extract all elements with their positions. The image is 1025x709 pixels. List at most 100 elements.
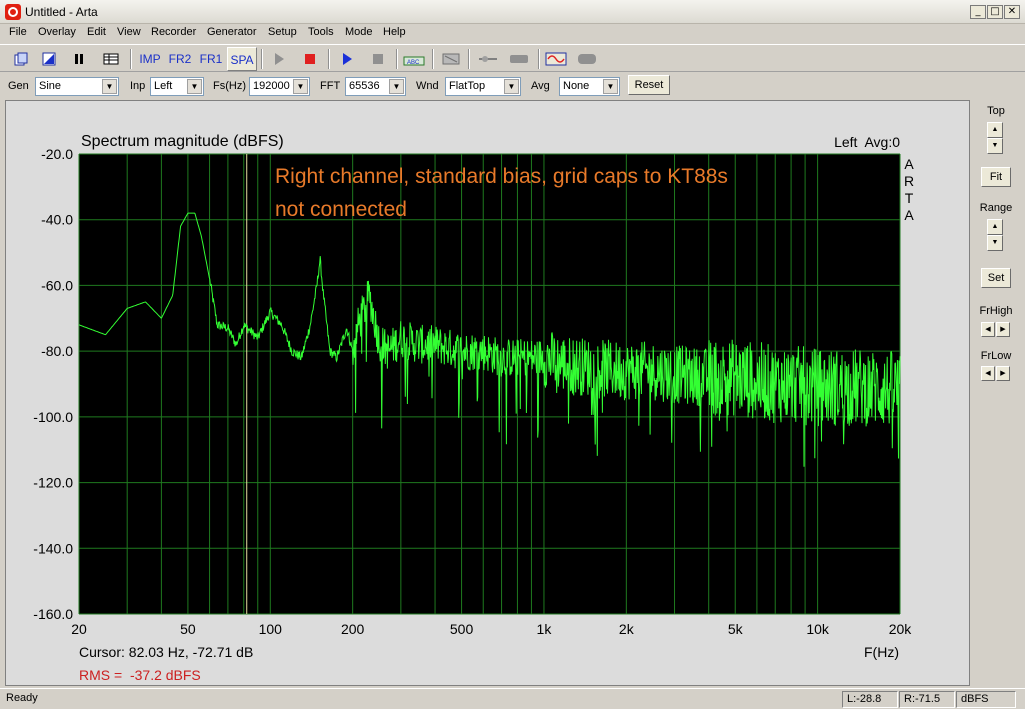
window-title: Untitled - Arta — [25, 5, 98, 19]
status-text: Ready — [6, 692, 38, 704]
maximize-button[interactable]: □ — [987, 5, 1003, 19]
open-file-icon[interactable] — [8, 47, 34, 71]
chevron-down-icon[interactable]: ▼ — [504, 79, 519, 94]
top-up-button[interactable]: ▲ — [987, 122, 1003, 138]
chevron-down-icon[interactable]: ▼ — [389, 79, 404, 94]
y-tick-label: -20.0 — [41, 146, 73, 162]
close-button[interactable]: ✕ — [1004, 5, 1020, 19]
svg-text:ABC: ABC — [407, 60, 420, 66]
input-select[interactable]: Left ▼ — [150, 77, 204, 96]
fit-button[interactable]: Fit — [981, 167, 1011, 187]
range-up-button[interactable]: ▲ — [987, 219, 1003, 235]
menu-setup[interactable]: Setup — [268, 26, 297, 38]
chevron-down-icon[interactable]: ▼ — [187, 79, 202, 94]
x-tick-label: 20k — [889, 621, 913, 637]
average-value: None — [563, 80, 590, 92]
annotation-line-2: not connected — [275, 198, 407, 221]
average-select[interactable]: None ▼ — [559, 77, 620, 96]
x-tick-label: 10k — [806, 621, 830, 637]
frlow-left-button[interactable]: ◀ — [981, 366, 995, 381]
menu-generator[interactable]: Generator — [207, 26, 257, 38]
y-tick-label: -40.0 — [41, 212, 73, 228]
status-bar: Ready L:-28.8 R:-71.5 dBFS — [0, 688, 1025, 709]
imp-mode-button[interactable]: IMP — [135, 47, 165, 71]
fft-label: FFT — [320, 80, 341, 92]
generator-select[interactable]: Sine ▼ — [35, 77, 119, 96]
menu-mode[interactable]: Mode — [345, 26, 373, 38]
app-icon[interactable] — [5, 4, 21, 20]
x-tick-label: 5k — [728, 621, 744, 637]
reset-button[interactable]: Reset — [628, 75, 670, 95]
range-label: Range — [979, 202, 1013, 214]
probe-icon[interactable] — [475, 47, 501, 71]
window-value: FlatTop — [449, 80, 486, 92]
input-value: Left — [154, 80, 173, 92]
minimize-button[interactable]: _ — [970, 5, 986, 19]
sample-rate-value: 192000 — [253, 80, 290, 92]
menu-tools[interactable]: Tools — [308, 26, 334, 38]
level-left: L:-28.8 — [842, 691, 898, 708]
fft-size-select[interactable]: 65536 ▼ — [345, 77, 406, 96]
x-tick-label: 2k — [619, 621, 635, 637]
x-axis-label: F(Hz) — [864, 644, 899, 660]
toolbar-separator — [538, 49, 540, 69]
signal-generator-icon[interactable] — [543, 47, 569, 71]
range-down-button[interactable]: ▼ — [987, 235, 1003, 251]
unit-label: dBFS — [956, 691, 1016, 708]
gen-label: Gen — [8, 80, 29, 92]
avg-label: Avg — [531, 80, 550, 92]
menu-recorder[interactable]: Recorder — [151, 26, 196, 38]
run-icon[interactable] — [334, 47, 360, 71]
menu-help[interactable]: Help — [383, 26, 406, 38]
y-tick-label: -160.0 — [33, 606, 73, 622]
frhigh-right-button[interactable]: ▶ — [996, 322, 1010, 337]
chevron-down-icon[interactable]: ▼ — [102, 79, 117, 94]
rms-readout: RMS = -37.2 dBFS — [79, 667, 201, 683]
menu-file[interactable]: File — [9, 26, 27, 38]
menu-bar: File Overlay Edit View Recorder Generato… — [0, 24, 1025, 42]
annotate-icon[interactable]: ABC — [401, 47, 427, 71]
watermark-letter: R — [904, 173, 914, 189]
spa-mode-button[interactable]: SPA — [227, 47, 257, 71]
toolbar-separator — [130, 49, 132, 69]
plot-area — [79, 154, 900, 614]
graph-grid-icon[interactable] — [438, 47, 464, 71]
y-tick-label: -60.0 — [41, 277, 73, 293]
fr2-mode-button[interactable]: FR2 — [165, 47, 195, 71]
toolbar-separator — [328, 49, 330, 69]
table-icon[interactable] — [98, 47, 124, 71]
menu-edit[interactable]: Edit — [87, 26, 106, 38]
chevron-down-icon[interactable]: ▼ — [603, 79, 618, 94]
watermark-letter: T — [905, 190, 914, 206]
y-tick-label: -80.0 — [41, 343, 73, 359]
menu-view[interactable]: View — [117, 26, 141, 38]
pause-icon[interactable] — [66, 47, 92, 71]
y-tick-label: -100.0 — [33, 409, 73, 425]
edit-icon[interactable] — [36, 47, 62, 71]
frhigh-left-button[interactable]: ◀ — [981, 322, 995, 337]
level-right: R:-71.5 — [899, 691, 955, 708]
rounded-device-icon[interactable] — [574, 47, 600, 71]
window-select[interactable]: FlatTop ▼ — [445, 77, 521, 96]
x-tick-label: 100 — [259, 621, 283, 637]
menu-overlay[interactable]: Overlay — [38, 26, 76, 38]
frlow-label: FrLow — [980, 350, 1012, 362]
title-bar: Untitled - Arta _ □ ✕ — [0, 0, 1025, 24]
channel-info: Left Avg:0 — [834, 134, 900, 150]
x-tick-label: 500 — [450, 621, 474, 637]
play-icon[interactable] — [266, 47, 292, 71]
annotation-line-1: Right channel, standard bias, grid caps … — [275, 165, 728, 188]
y-tick-label: -140.0 — [33, 540, 73, 556]
chevron-down-icon[interactable]: ▼ — [293, 79, 308, 94]
set-button[interactable]: Set — [981, 268, 1011, 288]
side-panel: Top ▲ ▼ Fit Range ▲ ▼ Set FrHigh ◀ ▶ FrL… — [973, 100, 1019, 686]
device-icon[interactable] — [506, 47, 532, 71]
sample-rate-select[interactable]: 192000 ▼ — [249, 77, 310, 96]
stop-icon[interactable] — [365, 47, 391, 71]
frlow-right-button[interactable]: ▶ — [996, 366, 1010, 381]
top-down-button[interactable]: ▼ — [987, 138, 1003, 154]
stop-record-icon[interactable] — [297, 47, 323, 71]
generator-value: Sine — [39, 80, 62, 92]
spectrum-plot[interactable]: -20.0 -40.0 -60.0 -80.0 -100.0 -120.0 -140.0 -1… — [6, 101, 969, 685]
fr1-mode-button[interactable]: FR1 — [196, 47, 226, 71]
